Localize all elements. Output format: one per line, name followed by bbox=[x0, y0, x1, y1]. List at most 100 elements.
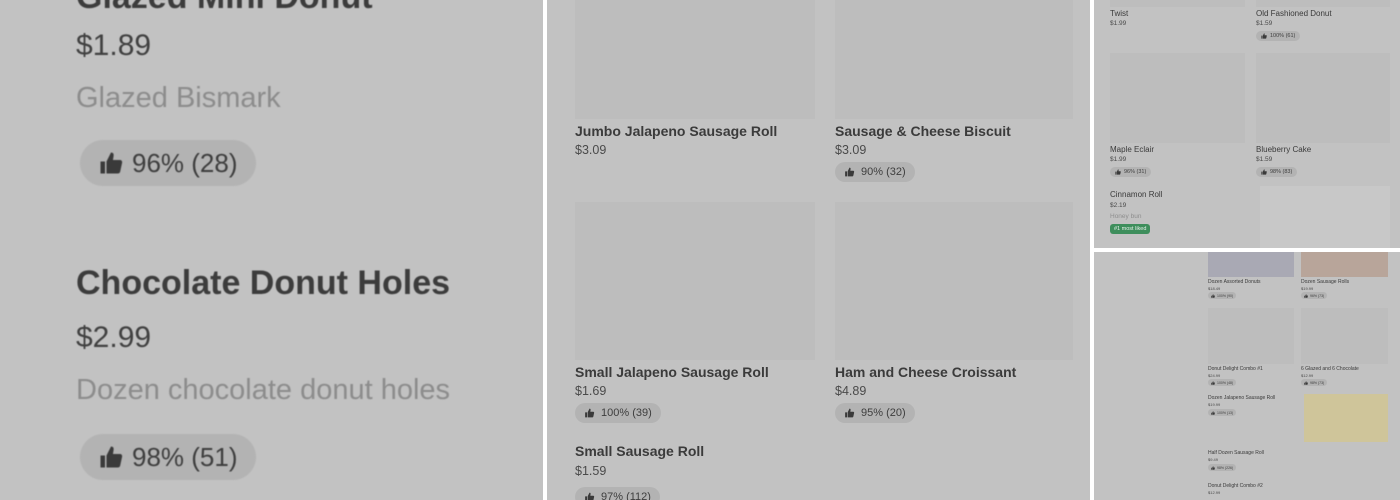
menu-item-name: Glazed Mini Donut bbox=[76, 0, 373, 17]
thumbs-up-icon bbox=[1304, 293, 1308, 298]
rating-badge: 100% (61) bbox=[1256, 31, 1301, 41]
menu-item-name[interactable]: Dozen Sausage Rolls bbox=[1301, 279, 1349, 285]
small-menu-panel: Twist $1.99 Old Fashioned Donut $1.59 10… bbox=[1094, 0, 1400, 248]
rating-text: 96% (73) bbox=[1310, 293, 1325, 298]
menu-item-name[interactable]: Dozen Jalapeno Sausage Roll bbox=[1208, 395, 1275, 401]
most-liked-badge: #1 most liked bbox=[1110, 224, 1151, 234]
rating-badge: 98% (226) bbox=[1208, 464, 1237, 471]
menu-item-name[interactable]: Donut Delight Combo #2 bbox=[1208, 483, 1263, 489]
rating-text: 98% (83) bbox=[1270, 169, 1293, 175]
menu-item-price: $12.99 bbox=[1208, 490, 1221, 495]
rating-badge: 100% (48) bbox=[1208, 379, 1237, 386]
rating-text: 97% (112) bbox=[601, 491, 651, 500]
menu-item-description: Dozen chocolate donut holes bbox=[76, 374, 451, 406]
rating-badge: 97% (112) bbox=[575, 487, 660, 500]
menu-item-price: $4.89 bbox=[835, 384, 867, 398]
thumbs-up-icon bbox=[845, 408, 855, 418]
item-image[interactable] bbox=[1260, 186, 1390, 248]
menu-item-price: $1.99 bbox=[1110, 20, 1127, 27]
menu-item-price: $1.89 bbox=[76, 29, 152, 62]
rating-text: 96% (31) bbox=[1124, 169, 1147, 175]
menu-item-name[interactable]: Twist bbox=[1110, 9, 1128, 18]
rating-badge: 98% (83) bbox=[1256, 167, 1298, 177]
thumbs-up-icon bbox=[1211, 380, 1215, 385]
item-image[interactable] bbox=[1304, 394, 1388, 442]
item-image[interactable] bbox=[1208, 308, 1294, 364]
menu-item-price: $19.99 bbox=[1301, 286, 1314, 291]
rating-text: 96% (28) bbox=[132, 147, 238, 178]
menu-item-name: Glazed Bismark bbox=[76, 82, 281, 114]
menu-item-price: $1.59 bbox=[575, 464, 607, 478]
item-image[interactable] bbox=[1110, 53, 1245, 143]
item-image[interactable] bbox=[1301, 308, 1388, 364]
item-image[interactable] bbox=[1256, 53, 1390, 143]
menu-item-name[interactable]: Dozen Assorted Donuts bbox=[1208, 279, 1261, 285]
item-image[interactable] bbox=[575, 202, 815, 360]
menu-item-name[interactable]: Small Jalapeno Sausage Roll bbox=[575, 364, 769, 380]
menu-item-price: $2.99 bbox=[76, 321, 152, 354]
thumbs-up-icon bbox=[1211, 293, 1215, 298]
menu-item-name[interactable]: Jumbo Jalapeno Sausage Roll bbox=[575, 123, 777, 139]
menu-item-price: $9.49 bbox=[1208, 457, 1219, 462]
menu-item-price: $3.09 bbox=[575, 143, 607, 157]
rating-text: 100% (13) bbox=[1217, 410, 1234, 415]
thumbs-up-icon bbox=[100, 152, 123, 174]
menu-item-price: $18.49 bbox=[1208, 286, 1221, 291]
menu-grid-panel: Jumbo Jalapeno Sausage Roll $3.09 Sausag… bbox=[547, 0, 1090, 500]
rating-badge: 95% (20) bbox=[835, 403, 915, 423]
thumbs-up-icon bbox=[1115, 169, 1121, 175]
menu-item-name[interactable]: Small Sausage Roll bbox=[575, 443, 704, 459]
menu-item-price: $1.59 bbox=[1256, 20, 1273, 27]
thumbs-up-icon bbox=[585, 408, 595, 418]
thumbs-up-icon bbox=[1211, 410, 1215, 415]
rating-badge: 100% (13) bbox=[1208, 409, 1237, 416]
thumbs-up-icon bbox=[1261, 33, 1267, 39]
thumbs-up-icon bbox=[1211, 465, 1215, 470]
menu-item-name[interactable]: Cinnamon Roll bbox=[1110, 190, 1162, 199]
rating-badge: 98% (51) bbox=[80, 434, 256, 480]
menu-item-name[interactable]: Blueberry Cake bbox=[1256, 145, 1311, 154]
rating-text: 95% (20) bbox=[861, 407, 906, 419]
thumbs-up-icon bbox=[585, 492, 595, 500]
menu-item-price: $12.99 bbox=[1301, 373, 1314, 378]
item-image[interactable] bbox=[1110, 0, 1245, 7]
rating-text: 100% (90) bbox=[1217, 293, 1234, 298]
item-image[interactable] bbox=[835, 202, 1073, 360]
bundle-menu-panel: Dozen Assorted Donuts $18.49 100% (90) D… bbox=[1094, 252, 1400, 500]
menu-item-price: $2.19 bbox=[1110, 202, 1127, 209]
menu-item-name[interactable]: Old Fashioned Donut bbox=[1256, 9, 1332, 18]
menu-item-price: $19.99 bbox=[1208, 402, 1221, 407]
thumbs-up-icon bbox=[1261, 169, 1267, 175]
menu-item-name[interactable]: Sausage & Cheese Biscuit bbox=[835, 123, 1011, 139]
menu-item-name[interactable]: Donut Delight Combo #1 bbox=[1208, 366, 1263, 372]
item-image[interactable] bbox=[1208, 252, 1294, 277]
menu-item-price: $3.09 bbox=[835, 143, 867, 157]
rating-text: 100% (61) bbox=[1270, 33, 1296, 39]
thumbs-up-icon bbox=[100, 446, 123, 468]
rating-text: 100% (48) bbox=[1217, 380, 1234, 385]
menu-item-name[interactable]: 6 Glazed and 6 Chocolate bbox=[1301, 366, 1359, 372]
menu-item-name: Chocolate Donut Holes bbox=[76, 264, 451, 302]
rating-badge: 90% (32) bbox=[835, 162, 915, 182]
thumbs-up-icon bbox=[845, 167, 855, 177]
rating-text: 100% (39) bbox=[601, 407, 652, 419]
rating-text: 98% (51) bbox=[132, 441, 238, 472]
menu-item-name[interactable]: Ham and Cheese Croissant bbox=[835, 364, 1016, 380]
rating-text: 98% (226) bbox=[1217, 465, 1234, 470]
menu-item-price: $24.99 bbox=[1208, 373, 1221, 378]
thumbs-up-icon bbox=[1304, 380, 1308, 385]
rating-badge: 100% (39) bbox=[575, 403, 661, 423]
rating-badge: 98% (73) bbox=[1301, 379, 1328, 386]
menu-item-name[interactable]: Maple Eclair bbox=[1110, 145, 1154, 154]
item-image[interactable] bbox=[835, 0, 1073, 119]
item-image[interactable] bbox=[1301, 252, 1388, 277]
menu-item-price: $1.99 bbox=[1110, 156, 1127, 163]
menu-item-price: $1.69 bbox=[575, 384, 607, 398]
menu-item-description: Honey bun bbox=[1110, 213, 1142, 220]
menu-item-name[interactable]: Half Dozen Sausage Roll bbox=[1208, 450, 1264, 456]
rating-badge: 96% (73) bbox=[1301, 292, 1328, 299]
item-image[interactable] bbox=[1256, 0, 1390, 7]
item-image[interactable] bbox=[575, 0, 815, 119]
zoomed-menu-panel: Glazed Mini Donut $1.89 Glazed Bismark 9… bbox=[0, 0, 543, 500]
rating-badge: 96% (31) bbox=[1110, 167, 1152, 177]
